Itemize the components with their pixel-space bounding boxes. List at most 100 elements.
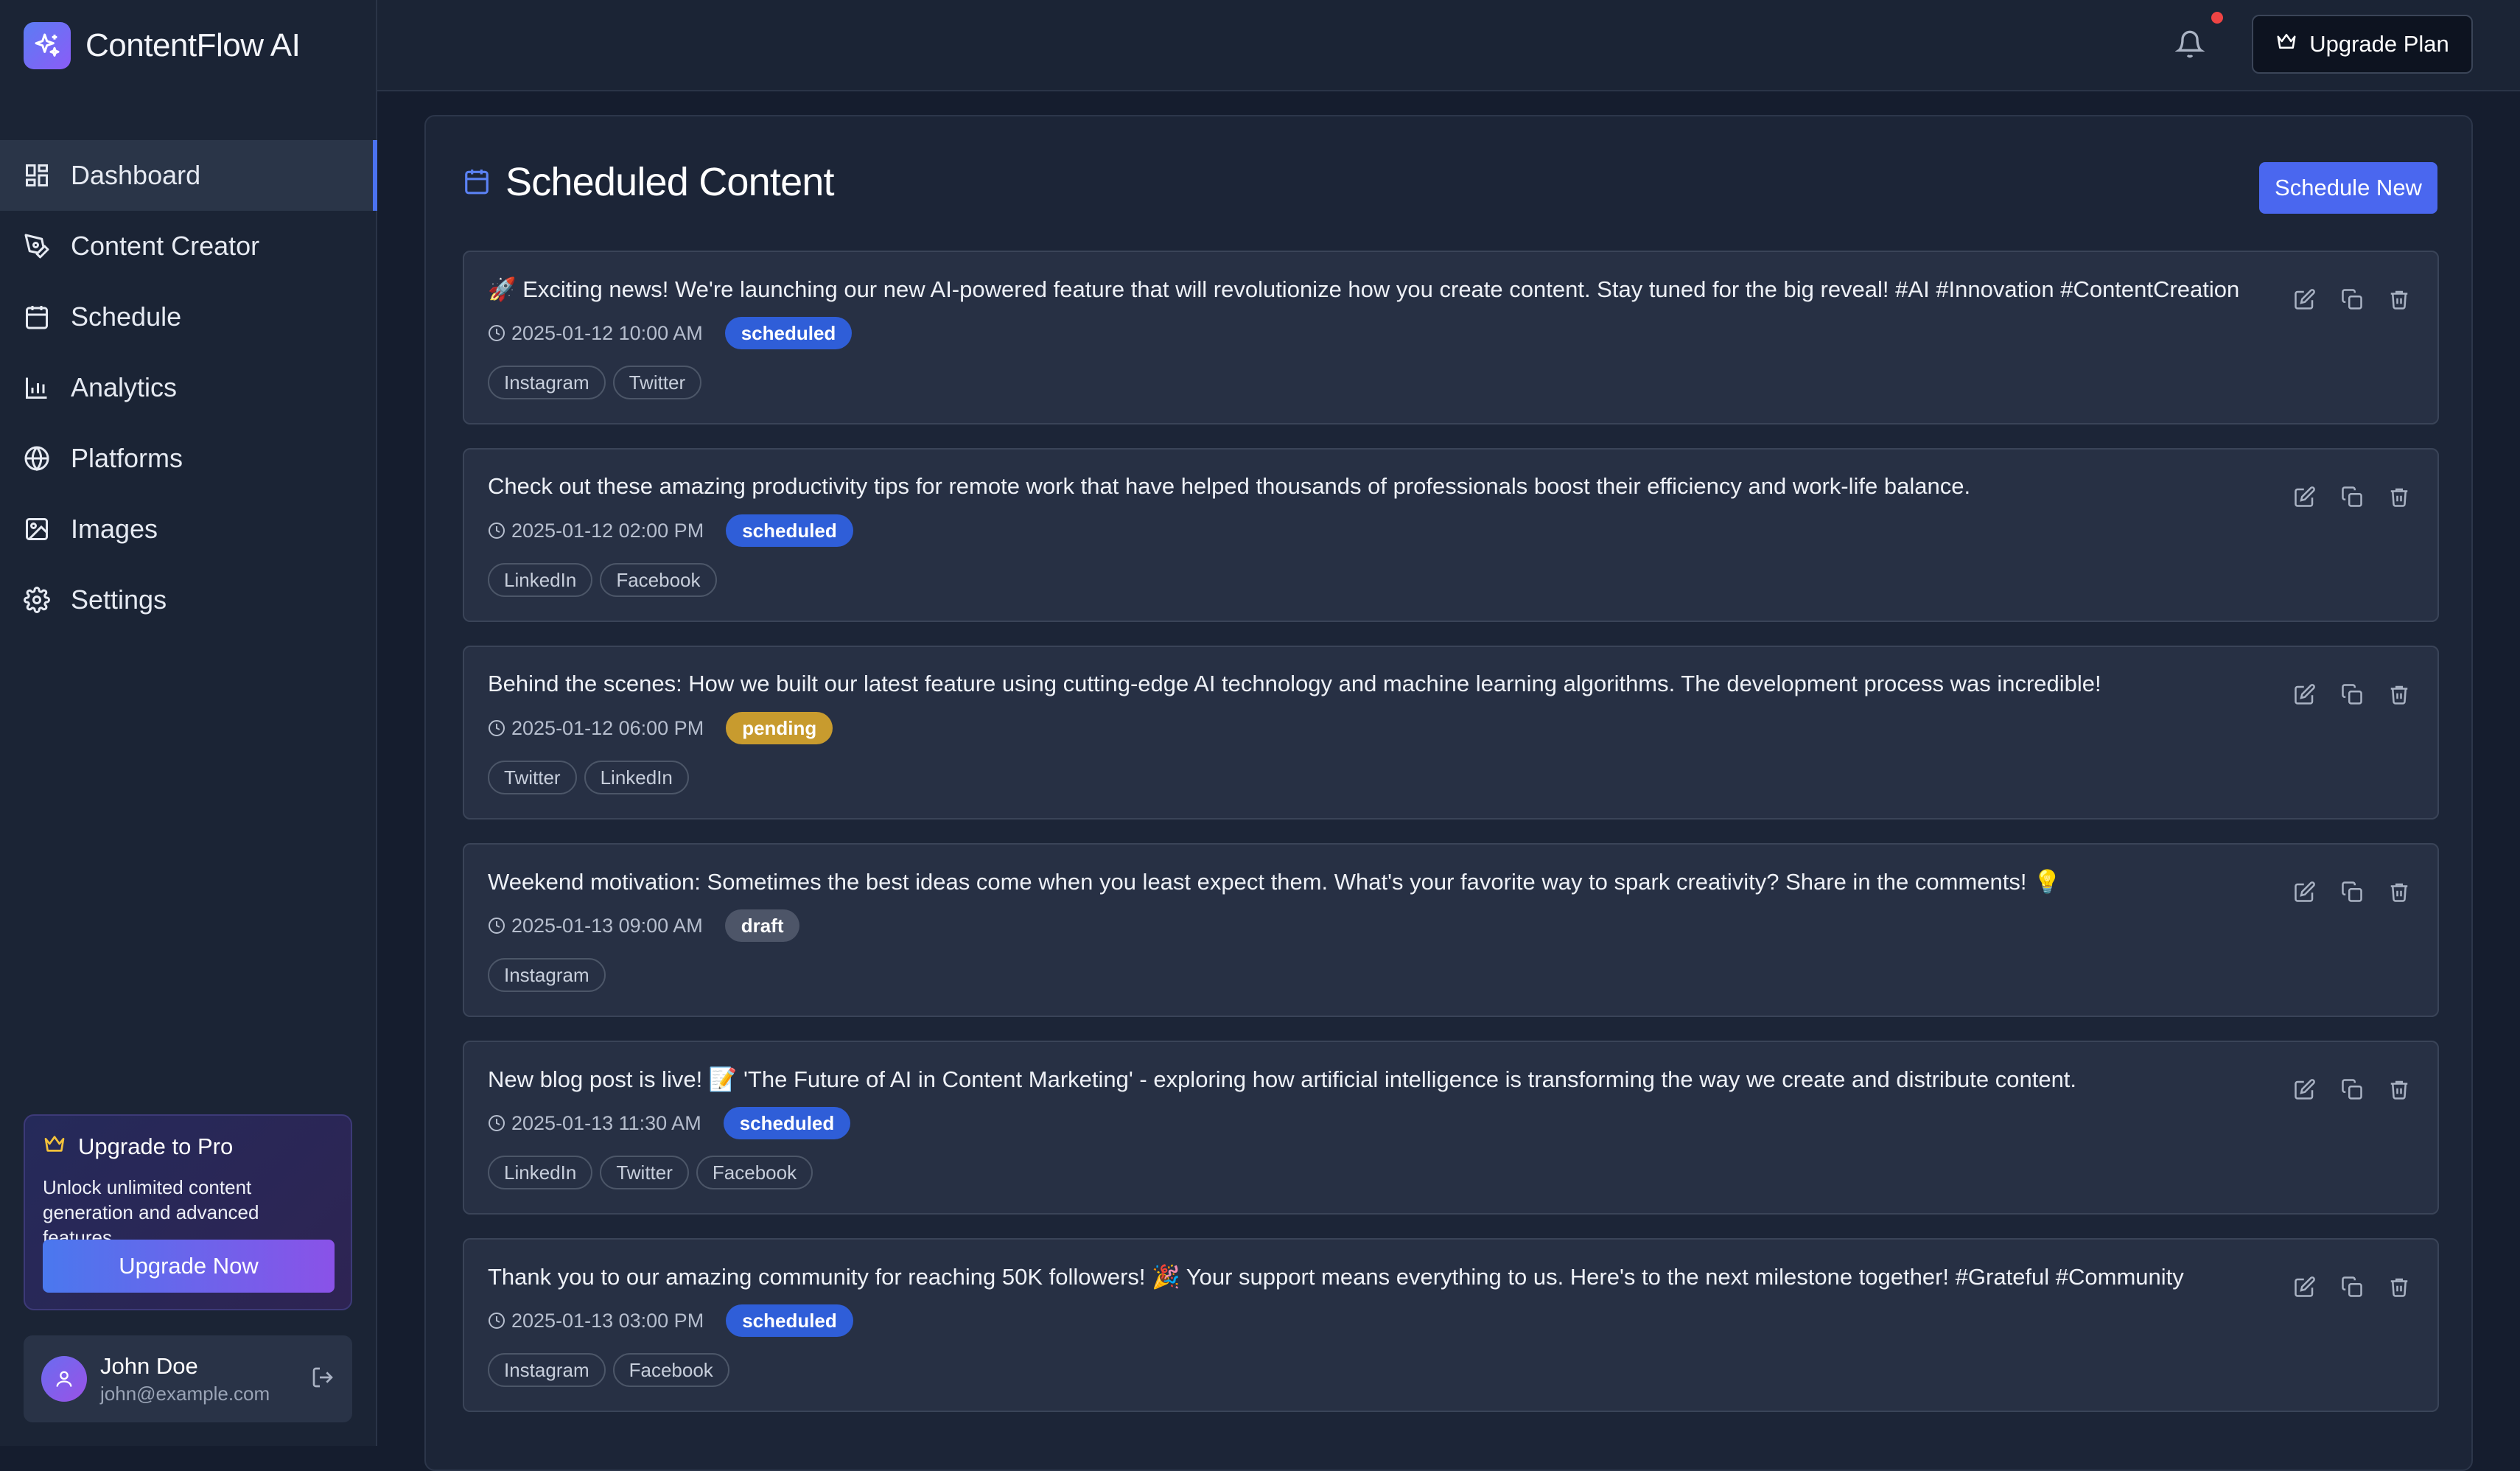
platform-tags: Instagram Facebook	[488, 1353, 729, 1387]
post-actions	[2292, 878, 2412, 905]
crown-icon	[43, 1132, 66, 1161]
platform-tag: Instagram	[488, 1353, 606, 1387]
page-title: Scheduled Content	[463, 159, 835, 205]
post-time: 2025-01-12 06:00 PM	[511, 716, 704, 739]
platform-tags: LinkedIn Twitter Facebook	[488, 1156, 813, 1189]
copy-icon[interactable]	[2339, 1273, 2365, 1300]
platform-tag: Twitter	[488, 761, 577, 794]
platform-tags: LinkedIn Facebook	[488, 563, 717, 597]
platform-tag: Twitter	[612, 366, 702, 399]
post-text: Check out these amazing productivity tip…	[488, 473, 1971, 499]
upgrade-promo-card: Upgrade to Pro Unlock unlimited content …	[24, 1114, 352, 1310]
sidebar-item-label: Schedule	[71, 301, 182, 332]
promo-title: Upgrade to Pro	[43, 1132, 333, 1161]
trash-icon[interactable]	[2386, 286, 2412, 312]
post-card[interactable]: Check out these amazing productivity tip…	[463, 448, 2439, 622]
sidebar-item-label: Images	[71, 514, 158, 544]
user-profile[interactable]: John Doe john@example.com	[24, 1335, 352, 1422]
post-meta: 2025-01-12 06:00 PM pending	[488, 712, 833, 744]
clock-icon	[488, 1312, 505, 1330]
copy-icon[interactable]	[2339, 286, 2365, 312]
post-card[interactable]: 🚀 Exciting news! We're launching our new…	[463, 251, 2439, 424]
post-meta: 2025-01-13 11:30 AM scheduled	[488, 1107, 851, 1139]
calendar-icon	[22, 302, 52, 332]
clock-icon	[488, 917, 505, 934]
platform-tag: Facebook	[696, 1156, 813, 1189]
sidebar-item-settings[interactable]: Settings	[0, 565, 377, 635]
platform-tag: Facebook	[600, 563, 717, 597]
status-badge: pending	[726, 712, 833, 744]
sidebar-item-schedule[interactable]: Schedule	[0, 282, 377, 352]
clock-icon	[488, 324, 505, 342]
post-card[interactable]: Weekend motivation: Sometimes the best i…	[463, 843, 2439, 1017]
topbar: Upgrade Plan	[377, 0, 2520, 91]
sidebar-item-platforms[interactable]: Platforms	[0, 423, 377, 494]
sidebar-item-images[interactable]: Images	[0, 494, 377, 565]
platform-tag: LinkedIn	[488, 563, 593, 597]
post-text: Thank you to our amazing community for r…	[488, 1264, 2184, 1290]
user-email: john@example.com	[100, 1382, 270, 1405]
edit-icon[interactable]	[2292, 1076, 2318, 1103]
post-time: 2025-01-13 11:30 AM	[511, 1111, 701, 1134]
gear-icon	[22, 585, 52, 615]
trash-icon[interactable]	[2386, 483, 2412, 510]
trash-icon[interactable]	[2386, 1273, 2412, 1300]
clock-icon	[488, 522, 505, 539]
post-time: 2025-01-12 02:00 PM	[511, 519, 704, 542]
copy-icon[interactable]	[2339, 878, 2365, 905]
globe-icon	[22, 444, 52, 473]
post-text: 🚀 Exciting news! We're launching our new…	[488, 276, 2240, 302]
notification-bell-icon[interactable]	[2166, 24, 2213, 66]
sidebar-item-dashboard[interactable]: Dashboard	[0, 140, 377, 211]
user-info: John Doe john@example.com	[100, 1353, 270, 1405]
post-card[interactable]: New blog post is live! 📝 'The Future of …	[463, 1041, 2439, 1215]
sidebar-item-analytics[interactable]: Analytics	[0, 352, 377, 423]
post-card[interactable]: Behind the scenes: How we built our late…	[463, 646, 2439, 820]
trash-icon[interactable]	[2386, 681, 2412, 707]
trash-icon[interactable]	[2386, 878, 2412, 905]
clock-icon	[488, 1114, 505, 1132]
edit-icon[interactable]	[2292, 483, 2318, 510]
trash-icon[interactable]	[2386, 1076, 2412, 1103]
post-actions	[2292, 483, 2412, 510]
edit-icon[interactable]	[2292, 286, 2318, 312]
edit-icon[interactable]	[2292, 681, 2318, 707]
status-badge: scheduled	[724, 317, 853, 349]
status-badge: draft	[724, 909, 800, 942]
platform-tag: Instagram	[488, 366, 606, 399]
post-actions	[2292, 286, 2412, 312]
platform-tags: Instagram	[488, 958, 606, 992]
sparkles-logo-icon	[24, 22, 71, 69]
upgrade-now-button[interactable]: Upgrade Now	[43, 1240, 335, 1293]
schedule-new-button[interactable]: Schedule New	[2259, 162, 2437, 214]
sidebar-item-label: Analytics	[71, 372, 178, 402]
bar-chart-icon	[22, 373, 52, 402]
platform-tag: Twitter	[600, 1156, 689, 1189]
post-actions	[2292, 681, 2412, 707]
platform-tag: LinkedIn	[488, 1156, 593, 1189]
sidebar: ContentFlow AI Dashboard Content Creator…	[0, 0, 377, 1446]
copy-icon[interactable]	[2339, 483, 2365, 510]
platform-tags: Instagram Twitter	[488, 366, 702, 399]
brand[interactable]: ContentFlow AI	[24, 22, 301, 69]
edit-icon[interactable]	[2292, 1273, 2318, 1300]
dashboard-icon	[22, 161, 52, 190]
edit-icon[interactable]	[2292, 878, 2318, 905]
post-meta: 2025-01-12 02:00 PM scheduled	[488, 514, 853, 547]
post-time: 2025-01-12 10:00 AM	[511, 321, 703, 344]
post-time: 2025-01-13 09:00 AM	[511, 914, 703, 937]
sidebar-item-content-creator[interactable]: Content Creator	[0, 211, 377, 282]
notification-dot	[2211, 12, 2223, 24]
copy-icon[interactable]	[2339, 1076, 2365, 1103]
upgrade-plan-button[interactable]: Upgrade Plan	[2252, 15, 2473, 74]
scheduled-content-panel: Scheduled Content Schedule New 🚀 Excitin…	[424, 115, 2473, 1471]
calendar-icon	[463, 159, 491, 205]
post-meta: 2025-01-12 10:00 AM scheduled	[488, 317, 853, 349]
post-meta: 2025-01-13 09:00 AM draft	[488, 909, 800, 942]
platform-tag: Facebook	[612, 1353, 729, 1387]
post-card[interactable]: Thank you to our amazing community for r…	[463, 1238, 2439, 1412]
post-actions	[2292, 1076, 2412, 1103]
copy-icon[interactable]	[2339, 681, 2365, 707]
logout-icon[interactable]	[311, 1366, 335, 1393]
sidebar-item-label: Platforms	[71, 443, 183, 473]
